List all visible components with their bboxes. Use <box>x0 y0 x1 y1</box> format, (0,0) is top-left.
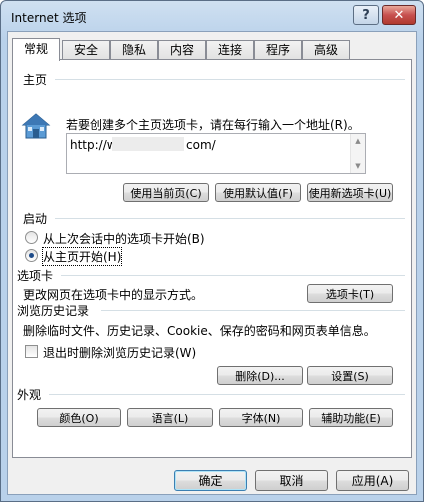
tab-privacy[interactable]: 隐私 <box>110 40 158 60</box>
general-panel: 主页 若要创建多个主页选项卡，请在每行输入一个地址(R)。 http://w c… <box>12 59 412 458</box>
home-description: 若要创建多个主页选项卡，请在每行输入一个地址(R)。 <box>66 118 360 132</box>
divider <box>55 218 405 219</box>
tab-security[interactable]: 安全 <box>62 40 110 60</box>
radio-start-home[interactable] <box>25 249 38 262</box>
scroll-up-icon[interactable]: ▲ <box>351 134 365 148</box>
delete-on-exit-checkbox[interactable] <box>25 345 38 358</box>
help-icon: ? <box>362 7 370 23</box>
url-prefix-text: http://w <box>70 138 117 152</box>
radio-start-home-label[interactable]: 从主页开始(H) <box>41 247 123 266</box>
url-suffix-text: com/ <box>186 138 216 152</box>
history-settings-button[interactable]: 设置(S) <box>307 366 393 385</box>
delete-history-button[interactable]: 删除(D)... <box>217 366 303 385</box>
ok-button[interactable]: 确定 <box>174 470 247 491</box>
startup-group-label: 启动 <box>23 212 48 226</box>
cancel-button[interactable]: 取消 <box>255 470 328 491</box>
home-page-icon <box>21 113 51 139</box>
scroll-down-icon[interactable]: ▼ <box>351 159 365 173</box>
use-default-button[interactable]: 使用默认值(F) <box>215 183 301 202</box>
redacted-region <box>112 137 184 151</box>
window-title: Internet 选项 <box>11 11 87 25</box>
tabs-description: 更改网页在选项卡中的显示方式。 <box>23 288 204 302</box>
tab-connections[interactable]: 连接 <box>206 40 254 60</box>
use-current-button[interactable]: 使用当前页(C) <box>123 183 209 202</box>
internet-options-window: Internet 选项 ? ✕ 常规 安全 隐私 内容 连接 程序 高级 主页 <box>0 0 424 502</box>
dialog-client: 常规 安全 隐私 内容 连接 程序 高级 主页 若要创建多个主页选项卡，请在每行… <box>7 31 417 495</box>
title-bar[interactable]: Internet 选项 ? ✕ <box>1 1 423 31</box>
colors-button[interactable]: 颜色(O) <box>37 408 121 427</box>
languages-button[interactable]: 语言(L) <box>127 408 213 427</box>
history-group-label: 浏览历史记录 <box>17 304 90 318</box>
tab-content[interactable]: 内容 <box>158 40 206 60</box>
history-description: 删除临时文件、历史记录、Cookie、保存的密码和网页表单信息。 <box>23 324 376 338</box>
tabs-settings-button[interactable]: 选项卡(T) <box>307 284 393 303</box>
tabs-group-label: 选项卡 <box>17 269 54 283</box>
textarea-scrollbar[interactable]: ▲ ▼ <box>350 134 365 173</box>
use-new-tab-button[interactable]: 使用新选项卡(U) <box>307 183 393 202</box>
radio-start-last-session-label[interactable]: 从上次会话中的选项卡开始(B) <box>43 230 205 247</box>
delete-on-exit-label[interactable]: 退出时删除浏览历史记录(W) <box>43 344 196 361</box>
apply-button[interactable]: 应用(A) <box>336 470 409 491</box>
home-group-label: 主页 <box>23 73 48 87</box>
appearance-group-label: 外观 <box>17 388 42 402</box>
divider <box>61 275 405 276</box>
divider <box>55 79 405 80</box>
radio-start-last-session[interactable] <box>25 231 38 244</box>
close-icon: ✕ <box>393 7 405 23</box>
home-url-textarea[interactable]: http://w com/ ▲ ▼ <box>66 133 366 174</box>
tab-general[interactable]: 常规 <box>12 38 60 61</box>
divider <box>101 310 405 311</box>
fonts-button[interactable]: 字体(N) <box>219 408 303 427</box>
help-button[interactable]: ? <box>353 5 379 25</box>
tab-programs[interactable]: 程序 <box>254 40 302 60</box>
close-button[interactable]: ✕ <box>382 5 416 25</box>
divider <box>49 394 405 395</box>
tab-advanced[interactable]: 高级 <box>302 40 350 60</box>
accessibility-button[interactable]: 辅助功能(E) <box>309 408 393 427</box>
